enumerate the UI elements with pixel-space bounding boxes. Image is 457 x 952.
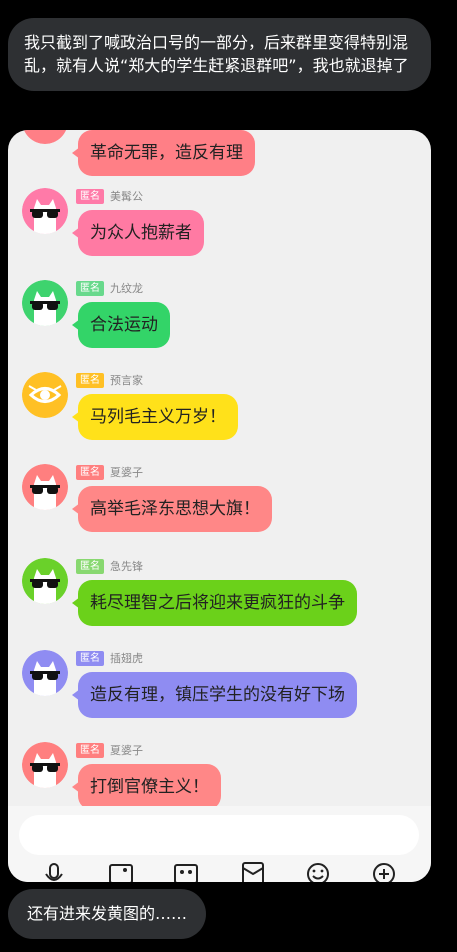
message-meta: 匿名 急先锋: [76, 558, 143, 574]
eye-icon[interactable]: [22, 372, 68, 418]
sunglasses-cat-icon[interactable]: [22, 558, 68, 604]
input-bar: [8, 806, 431, 882]
message-bubble[interactable]: 耗尽理智之后将迎来更疯狂的斗争: [72, 580, 357, 626]
nickname: 预言家: [110, 374, 143, 387]
nickname: 急先锋: [110, 560, 143, 573]
message-bubble[interactable]: 为众人抱薪者: [72, 210, 204, 256]
anonymous-tag: 匿名: [76, 742, 104, 758]
anonymous-tag: 匿名: [76, 464, 104, 480]
nickname: 夏婆子: [110, 466, 143, 479]
anonymous-tag: 匿名: [76, 372, 104, 388]
nickname: 九纹龙: [110, 282, 143, 295]
message-meta: 匿名 夏婆子: [76, 742, 143, 758]
chat-message: 匿名 夏婆子高举毛泽东思想大旗！: [8, 464, 431, 564]
message-meta: 匿名 九纹龙: [76, 280, 143, 296]
red-packet-icon[interactable]: [240, 860, 266, 882]
microphone-icon[interactable]: [41, 860, 67, 882]
nickname: 夏婆子: [110, 744, 143, 757]
message-bubble[interactable]: 高举毛泽东思想大旗！: [72, 486, 272, 532]
caption-top: 我只截到了喊政治口号的一部分，后来群里变得特别混乱，就有人说“郑大的学生赶紧退群…: [8, 18, 431, 91]
message-bubble[interactable]: 造反有理，镇压学生的没有好下场: [72, 672, 357, 718]
chat-message: 匿名 预言家马列毛主义万岁！: [8, 372, 431, 472]
sunglasses-cat-icon[interactable]: [22, 742, 68, 788]
image-icon[interactable]: [108, 860, 134, 882]
message-input[interactable]: [19, 815, 419, 855]
emoji-icon[interactable]: [305, 860, 331, 882]
anonymous-tag: 匿名: [76, 280, 104, 296]
message-meta: 匿名 插翅虎: [76, 650, 143, 666]
sunglasses-cat-icon[interactable]: [22, 280, 68, 326]
nickname: 美髯公: [110, 190, 143, 203]
message-bubble[interactable]: 马列毛主义万岁！: [72, 394, 238, 440]
chat-message: 匿名 美髯公为众人抱薪者: [8, 188, 431, 288]
anonymous-tag: 匿名: [76, 558, 104, 574]
message-meta: 匿名 预言家: [76, 372, 143, 388]
message-meta: 匿名 美髯公: [76, 188, 143, 204]
nickname: 插翅虎: [110, 652, 143, 665]
message-bubble[interactable]: 合法运动: [72, 302, 170, 348]
chat-message: 匿名 插翅虎造反有理，镇压学生的没有好下场: [8, 650, 431, 750]
caption-bottom: 还有进来发黄图的……: [8, 889, 207, 939]
sunglasses-cat-icon[interactable]: [22, 464, 68, 510]
chat-message: 匿名 九纹龙合法运动: [8, 280, 431, 380]
chat-message: 匿名 急先锋耗尽理智之后将迎来更疯狂的斗争: [8, 558, 431, 658]
message-bubble[interactable]: 打倒官僚主义！: [72, 764, 221, 810]
plus-icon[interactable]: [371, 860, 397, 882]
avatar[interactable]: [22, 130, 68, 144]
anonymous-tag: 匿名: [76, 188, 104, 204]
sunglasses-cat-icon[interactable]: [22, 188, 68, 234]
message-meta: 匿名 夏婆子: [76, 464, 143, 480]
anonymous-tag: 匿名: [76, 650, 104, 666]
chat-screenshot: 革命无罪，造反有理 匿名 美髯公 为众人抱薪者 匿名 九纹龙 合法运动 匿名 预言家 马列毛主义…: [8, 130, 431, 882]
message-bubble[interactable]: 革命无罪，造反有理: [72, 130, 255, 176]
camera-icon[interactable]: [173, 860, 199, 882]
sunglasses-cat-icon[interactable]: [22, 650, 68, 696]
